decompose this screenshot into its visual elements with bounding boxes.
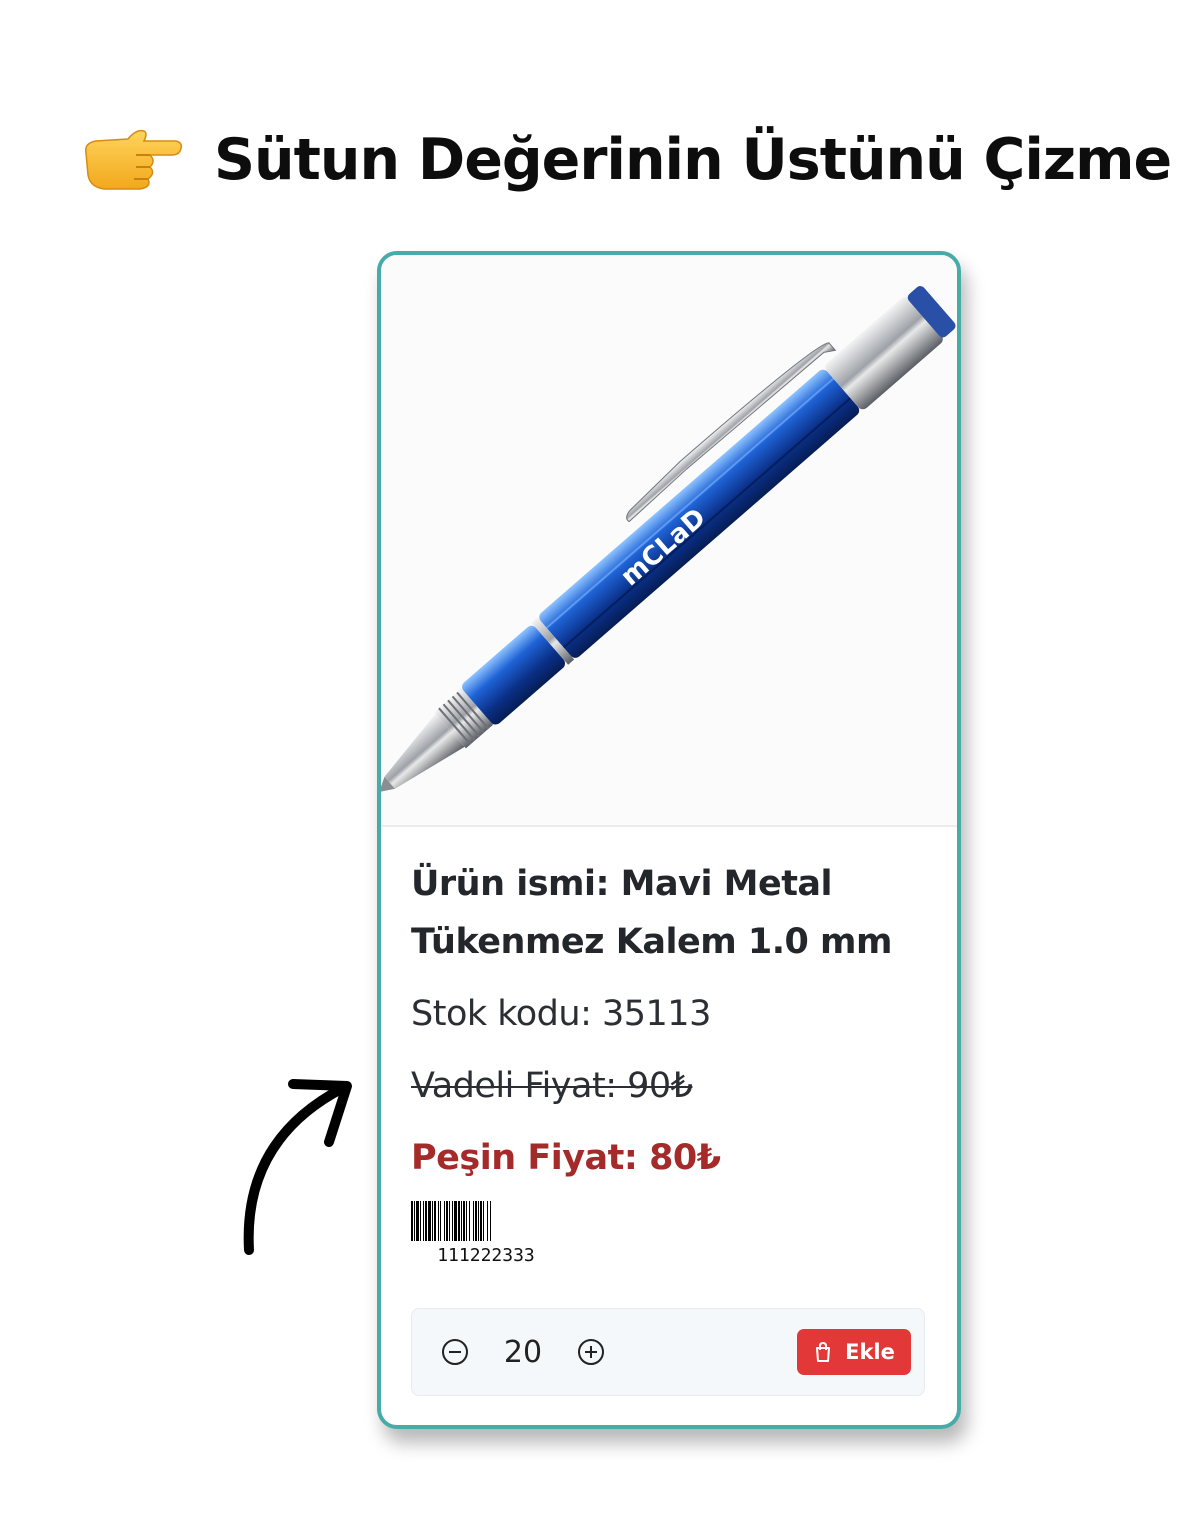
page-header: Sütun Değerinin Üstünü Çizme: [80, 110, 1172, 210]
stock-code: Stok kodu: 35113: [411, 994, 711, 1034]
product-name: Ürün ismi: Mavi Metal Tükenmez Kalem 1.0…: [411, 864, 892, 962]
page-title: Sütun Değerinin Üstünü Çizme: [214, 127, 1172, 193]
add-button-label: Ekle: [845, 1340, 895, 1364]
product-card: mCLaD Ürün ismi: Mavi Metal Tükenmez Kal…: [377, 251, 961, 1429]
quantity-value[interactable]: 20: [468, 1335, 578, 1370]
cash-price: Peşin Fiyat: 80₺: [411, 1138, 721, 1178]
cart-controls: 20 Ekle: [411, 1308, 925, 1396]
add-to-cart-button[interactable]: Ekle: [797, 1329, 911, 1375]
product-image: mCLaD: [381, 255, 957, 827]
barcode-number: 111222333: [437, 1245, 535, 1266]
curved-arrow-icon: [243, 1079, 352, 1255]
pointing-hand-icon: [84, 129, 183, 190]
barcode-bar: [491, 1201, 492, 1241]
term-price-strikethrough: Vadeli Fiyat: 90₺: [411, 1066, 693, 1106]
barcode: 111222333: [411, 1201, 571, 1266]
minus-circle-icon[interactable]: [442, 1339, 468, 1365]
plus-circle-icon[interactable]: [578, 1339, 604, 1365]
product-info: Ürün ismi: Mavi Metal Tükenmez Kalem 1.0…: [411, 855, 931, 1266]
blue-pen-image: mCLaD: [381, 286, 956, 792]
shopping-bag-icon: [816, 1341, 831, 1362]
barcode-bars: [411, 1201, 571, 1241]
